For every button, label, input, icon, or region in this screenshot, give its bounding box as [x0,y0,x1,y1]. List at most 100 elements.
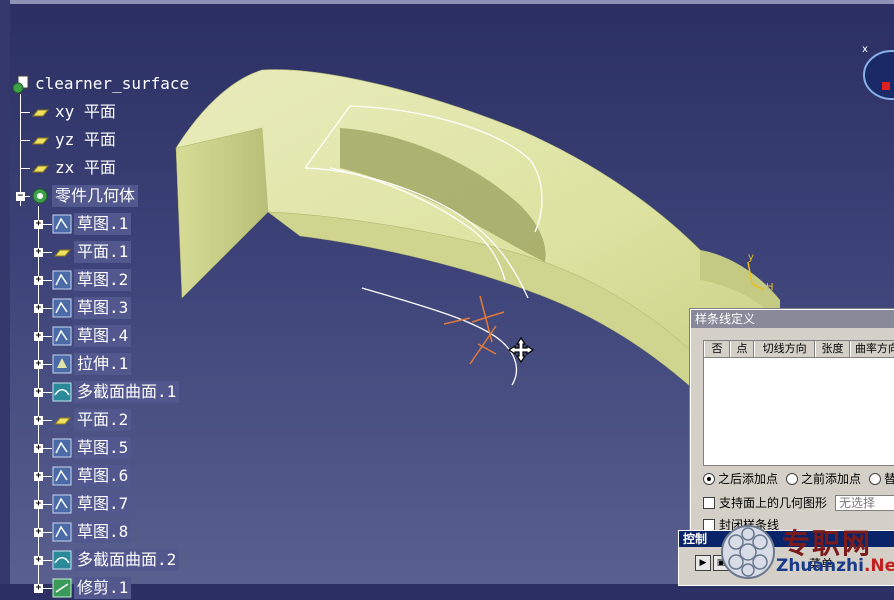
sketch-icon [52,214,72,234]
expand-icon[interactable]: + [34,444,43,453]
expand-icon[interactable]: + [34,360,43,369]
tree-item[interactable]: 草图.1 [52,212,132,236]
radio-add-before[interactable] [786,472,799,485]
gear-icon [32,188,48,204]
radio-add-after-label: 之后添加点 [718,472,779,486]
expand-icon[interactable]: + [34,584,43,593]
tree-item[interactable]: 拉伸.1 [52,352,132,376]
expand-icon[interactable]: + [34,500,43,509]
compass-x-label: x [862,44,868,55]
tree-root[interactable]: clearner_surface [10,72,192,96]
support-checkbox[interactable] [703,496,715,509]
expand-icon[interactable]: + [34,556,43,565]
tree-item-label: 草图.5 [74,437,132,459]
point-marker[interactable] [443,295,505,365]
expand-icon[interactable]: + [34,220,43,229]
tree-item-label: 草图.8 [74,521,132,543]
tree-item-label: 草图.1 [74,213,132,235]
watermark-url-part1: Zhuanzhi [776,556,864,576]
support-label: 支持面上的几何图形 [719,496,828,510]
tree-item-label: zx 平面 [55,158,116,177]
expand-icon[interactable]: + [34,416,43,425]
tree-item[interactable]: 草图.2 [52,268,132,292]
3d-viewport[interactable]: y H x clearner_surface xy 平面 yz 平面 zx 平面 − 零… [0,0,894,599]
tree-item-label: 草图.7 [74,493,132,515]
dialog-title[interactable]: 样条线定义 [691,310,894,328]
axis-y-label: y [748,252,754,263]
tree-item-label: 多截面曲面.1 [74,381,180,403]
tree-connector [20,94,21,206]
tree-item[interactable]: yz 平面 [30,128,119,152]
sketch-icon [52,522,72,542]
play-icon[interactable]: ▶ [695,555,711,571]
col-no[interactable]: 否 [704,341,730,357]
radio-add-after[interactable] [703,472,715,485]
expand-icon[interactable]: + [34,276,43,285]
watermark-logo-icon [721,525,775,579]
tree-item-label: 草图.3 [74,297,132,319]
tree-item-label: 修剪.1 [74,577,132,599]
expand-icon[interactable]: + [34,528,43,537]
expand-icon[interactable]: + [34,248,43,257]
compass-icon[interactable]: x [862,44,894,100]
plane-icon [31,109,50,117]
sketch-icon [52,438,72,458]
point-table[interactable]: 否 点 切线方向 张度 曲率方向 [703,340,894,466]
tree-item[interactable]: 草图.5 [52,436,132,460]
expand-icon[interactable]: + [34,332,43,341]
tree-item[interactable]: 草图.3 [52,296,132,320]
tree-item-label: 平面.2 [74,409,132,431]
tree-item[interactable]: 多截面曲面.1 [52,380,180,404]
axis-h-label: H [766,282,774,293]
part-icon [12,75,29,94]
tree-item-label: yz 平面 [55,130,116,149]
tree-item[interactable]: 草图.6 [52,464,132,488]
col-curvature-direction[interactable]: 曲率方向 [849,341,894,357]
tree-item[interactable]: 修剪.1 [52,576,132,600]
tree-item[interactable]: 平面.2 [52,408,132,432]
tree-item[interactable]: 零件几何体 [30,184,139,208]
sketch-icon [52,298,72,318]
tree-item[interactable]: 草图.8 [52,520,132,544]
plane-icon [53,249,72,257]
multi-section-surface-icon [52,550,72,570]
tree-item[interactable]: 多截面曲面.2 [52,548,180,572]
move-cursor-icon [507,336,535,364]
sketch-icon [52,326,72,346]
plane-icon [31,137,50,145]
tree-item-label: 草图.4 [74,325,132,347]
multi-section-surface-icon [52,382,72,402]
support-field[interactable]: 无选择 [835,494,894,511]
add-point-options: 之后添加点 之前添加点 替 [703,470,894,487]
col-point[interactable]: 点 [729,341,754,357]
specification-tree[interactable]: clearner_surface xy 平面 yz 平面 zx 平面 − 零件几何体 + 草… [8,70,268,599]
sketch-icon [52,466,72,486]
expand-icon[interactable]: + [34,304,43,313]
watermark-url-part2: .Net [863,556,894,576]
tree-item[interactable]: 草图.7 [52,492,132,516]
expand-icon[interactable]: + [34,472,43,481]
sketch-icon [52,494,72,514]
col-tangent-direction[interactable]: 切线方向 [754,341,816,357]
extrude-icon [52,354,72,374]
tree-item[interactable]: 草图.4 [52,324,132,348]
tree-item-label: 平面.1 [74,241,132,263]
radio-add-before-label: 之前添加点 [801,472,862,486]
tree-item[interactable]: zx 平面 [30,156,119,180]
radio-replace[interactable] [869,472,882,485]
col-tension[interactable]: 张度 [815,341,850,357]
radio-replace-label: 替 [884,472,894,486]
watermark-url: Zhuanzhi.Net [776,556,894,576]
collapse-icon[interactable]: − [16,192,25,201]
tree-item[interactable]: 平面.1 [52,240,132,264]
point-table-header: 否 点 切线方向 张度 曲率方向 [704,341,894,358]
plane-icon [31,165,50,173]
tree-item-label: 零件几何体 [52,185,139,207]
expand-icon[interactable]: + [34,388,43,397]
tree-root-label: clearner_surface [35,74,190,93]
tree-item-label: 草图.2 [74,269,132,291]
tree-item-label: 草图.6 [74,465,132,487]
sketch-icon [52,270,72,290]
tree-item[interactable]: xy 平面 [30,100,119,124]
plane-icon [53,417,72,425]
